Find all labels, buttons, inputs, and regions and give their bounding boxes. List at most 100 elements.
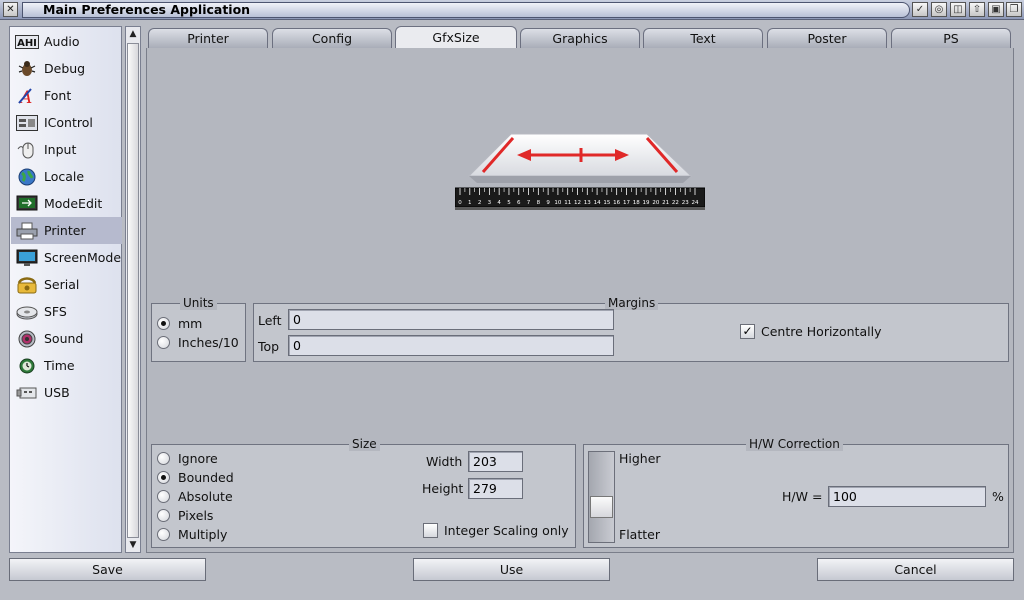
units-inches-radio[interactable]: Inches/10 <box>157 335 239 350</box>
sidebar-item-usb[interactable]: USB <box>11 379 122 406</box>
close-icon[interactable]: ✕ <box>3 2 18 17</box>
ruler-label: 23 <box>682 200 689 206</box>
checkmark-icon[interactable]: ✓ <box>912 2 928 17</box>
sidebar-item-screenmode[interactable]: ScreenMode <box>11 244 122 271</box>
size-multiply-radio[interactable]: Multiply <box>157 527 227 542</box>
tab-config[interactable]: Config <box>272 28 392 48</box>
hw-ratio-label: H/W = <box>782 489 823 504</box>
scroll-up-icon[interactable]: ▲ <box>126 27 140 41</box>
sidebar-item-label: Sound <box>44 331 84 346</box>
snapshot-icon[interactable]: ◎ <box>931 2 947 17</box>
tab-ps[interactable]: PS <box>891 28 1011 48</box>
iconify-icon[interactable]: ◫ <box>950 2 966 17</box>
sidebar-item-label: Audio <box>44 34 80 49</box>
units-group: Units mm Inches/10 <box>151 296 246 362</box>
radio-label: Multiply <box>178 527 228 542</box>
sidebar-item-font[interactable]: A Font <box>11 82 122 109</box>
scroll-down-icon[interactable]: ▼ <box>126 538 140 552</box>
sidebar-item-label: Input <box>44 142 77 157</box>
font-icon: A <box>15 86 39 106</box>
ruler-label: 9 <box>546 200 550 206</box>
sidebar-item-label: IControl <box>44 115 93 130</box>
ruler-label: 11 <box>564 200 571 206</box>
radio-icon <box>157 490 170 503</box>
ruler-label: 3 <box>488 200 492 206</box>
units-mm-radio[interactable]: mm <box>157 316 202 331</box>
top-margin-input[interactable]: 0 <box>288 335 614 356</box>
sidebar-item-label: Locale <box>44 169 85 184</box>
tab-graphics[interactable]: Graphics <box>520 28 640 48</box>
usb-icon <box>15 383 39 403</box>
ruler-label: 13 <box>584 200 591 206</box>
globe-icon <box>15 167 39 187</box>
tab-gfxsize[interactable]: GfxSize <box>395 26 517 49</box>
height-input[interactable]: 279 <box>468 478 523 499</box>
screen-icon <box>15 248 39 268</box>
ruler-label: 17 <box>623 200 630 206</box>
ruler-label: 14 <box>594 200 601 206</box>
use-button[interactable]: Use <box>413 558 610 581</box>
size-ignore-radio[interactable]: Ignore <box>157 451 218 466</box>
sidebar-item-sound[interactable]: Sound <box>11 325 122 352</box>
sidebar-item-printer[interactable]: Printer <box>11 217 122 244</box>
centre-horizontally-checkbox[interactable]: ✓ Centre Horizontally <box>740 324 881 339</box>
radio-label: mm <box>178 316 203 331</box>
sidebar-item-audio[interactable]: AHI Audio <box>11 28 122 55</box>
ruler-label: 21 <box>662 200 669 206</box>
hw-correction-slider[interactable] <box>588 451 615 543</box>
zoom-icon[interactable]: ▣ <box>988 2 1004 17</box>
radio-label: Absolute <box>178 489 233 504</box>
scroll-thumb[interactable] <box>127 43 139 538</box>
save-button[interactable]: Save <box>9 558 206 581</box>
sidebar-item-debug[interactable]: Debug <box>11 55 122 82</box>
sidebar-item-modeedit[interactable]: ModeEdit <box>11 190 122 217</box>
sidebar-item-icontrol[interactable]: IControl <box>11 109 122 136</box>
size-group: Size Ignore Bounded Absolute Pixels Mult… <box>151 437 576 548</box>
sidebar-item-locale[interactable]: Locale <box>11 163 122 190</box>
cancel-button[interactable]: Cancel <box>817 558 1014 581</box>
radio-icon <box>157 509 170 522</box>
sidebar-item-label: Serial <box>44 277 80 292</box>
window-title[interactable]: Main Preferences Application <box>22 2 910 18</box>
units-title: Units <box>180 296 217 310</box>
hw-correction-group: H/W Correction Higher Flatter H/W = 100 … <box>583 437 1009 548</box>
jump-icon[interactable]: ⇧ <box>969 2 985 17</box>
width-input[interactable]: 203 <box>468 451 523 472</box>
size-title: Size <box>349 437 380 451</box>
left-label: Left <box>258 313 282 328</box>
checkmark-icon: ✓ <box>740 324 755 339</box>
sidebar-item-time[interactable]: Time <box>11 352 122 379</box>
ruler-label: 5 <box>507 200 511 206</box>
ruler-label: 22 <box>672 200 679 206</box>
integer-scaling-checkbox[interactable]: Integer Scaling only <box>423 523 569 538</box>
margins-group: Margins Left 0 Top 0 ✓ Centre Horizontal… <box>253 296 1009 362</box>
radio-label: Pixels <box>178 508 214 523</box>
sidebar-item-serial[interactable]: Serial <box>11 271 122 298</box>
ruler-label: 1 <box>468 200 472 206</box>
sidebar-scrollbar[interactable]: ▲ ▼ <box>125 26 141 553</box>
disk-icon <box>15 302 39 322</box>
checkbox-label: Integer Scaling only <box>444 523 569 538</box>
ruler-label: 15 <box>603 200 610 206</box>
sidebar-item-label: Printer <box>44 223 86 238</box>
depth-icon[interactable]: ❐ <box>1006 2 1022 17</box>
tab-printer[interactable]: Printer <box>148 28 268 48</box>
ruler-label: 16 <box>613 200 620 206</box>
tab-poster[interactable]: Poster <box>767 28 887 48</box>
hw-ratio-input[interactable]: 100 <box>828 486 986 507</box>
sidebar-item-input[interactable]: Input <box>11 136 122 163</box>
ahi-icon: AHI <box>15 32 39 52</box>
slider-knob[interactable] <box>590 496 613 518</box>
left-margin-input[interactable]: 0 <box>288 309 614 330</box>
sidebar: AHI Audio Debug A Font IControl Input Lo… <box>9 26 122 553</box>
width-label: Width <box>426 454 463 469</box>
size-pixels-radio[interactable]: Pixels <box>157 508 213 523</box>
radio-label: Ignore <box>178 451 218 466</box>
sidebar-item-label: USB <box>44 385 70 400</box>
size-bounded-radio[interactable]: Bounded <box>157 470 234 485</box>
ruler-label: 7 <box>527 200 531 206</box>
size-absolute-radio[interactable]: Absolute <box>157 489 233 504</box>
tab-text[interactable]: Text <box>643 28 763 48</box>
ruler-label: 0 <box>458 200 462 206</box>
sidebar-item-sfs[interactable]: SFS <box>11 298 122 325</box>
